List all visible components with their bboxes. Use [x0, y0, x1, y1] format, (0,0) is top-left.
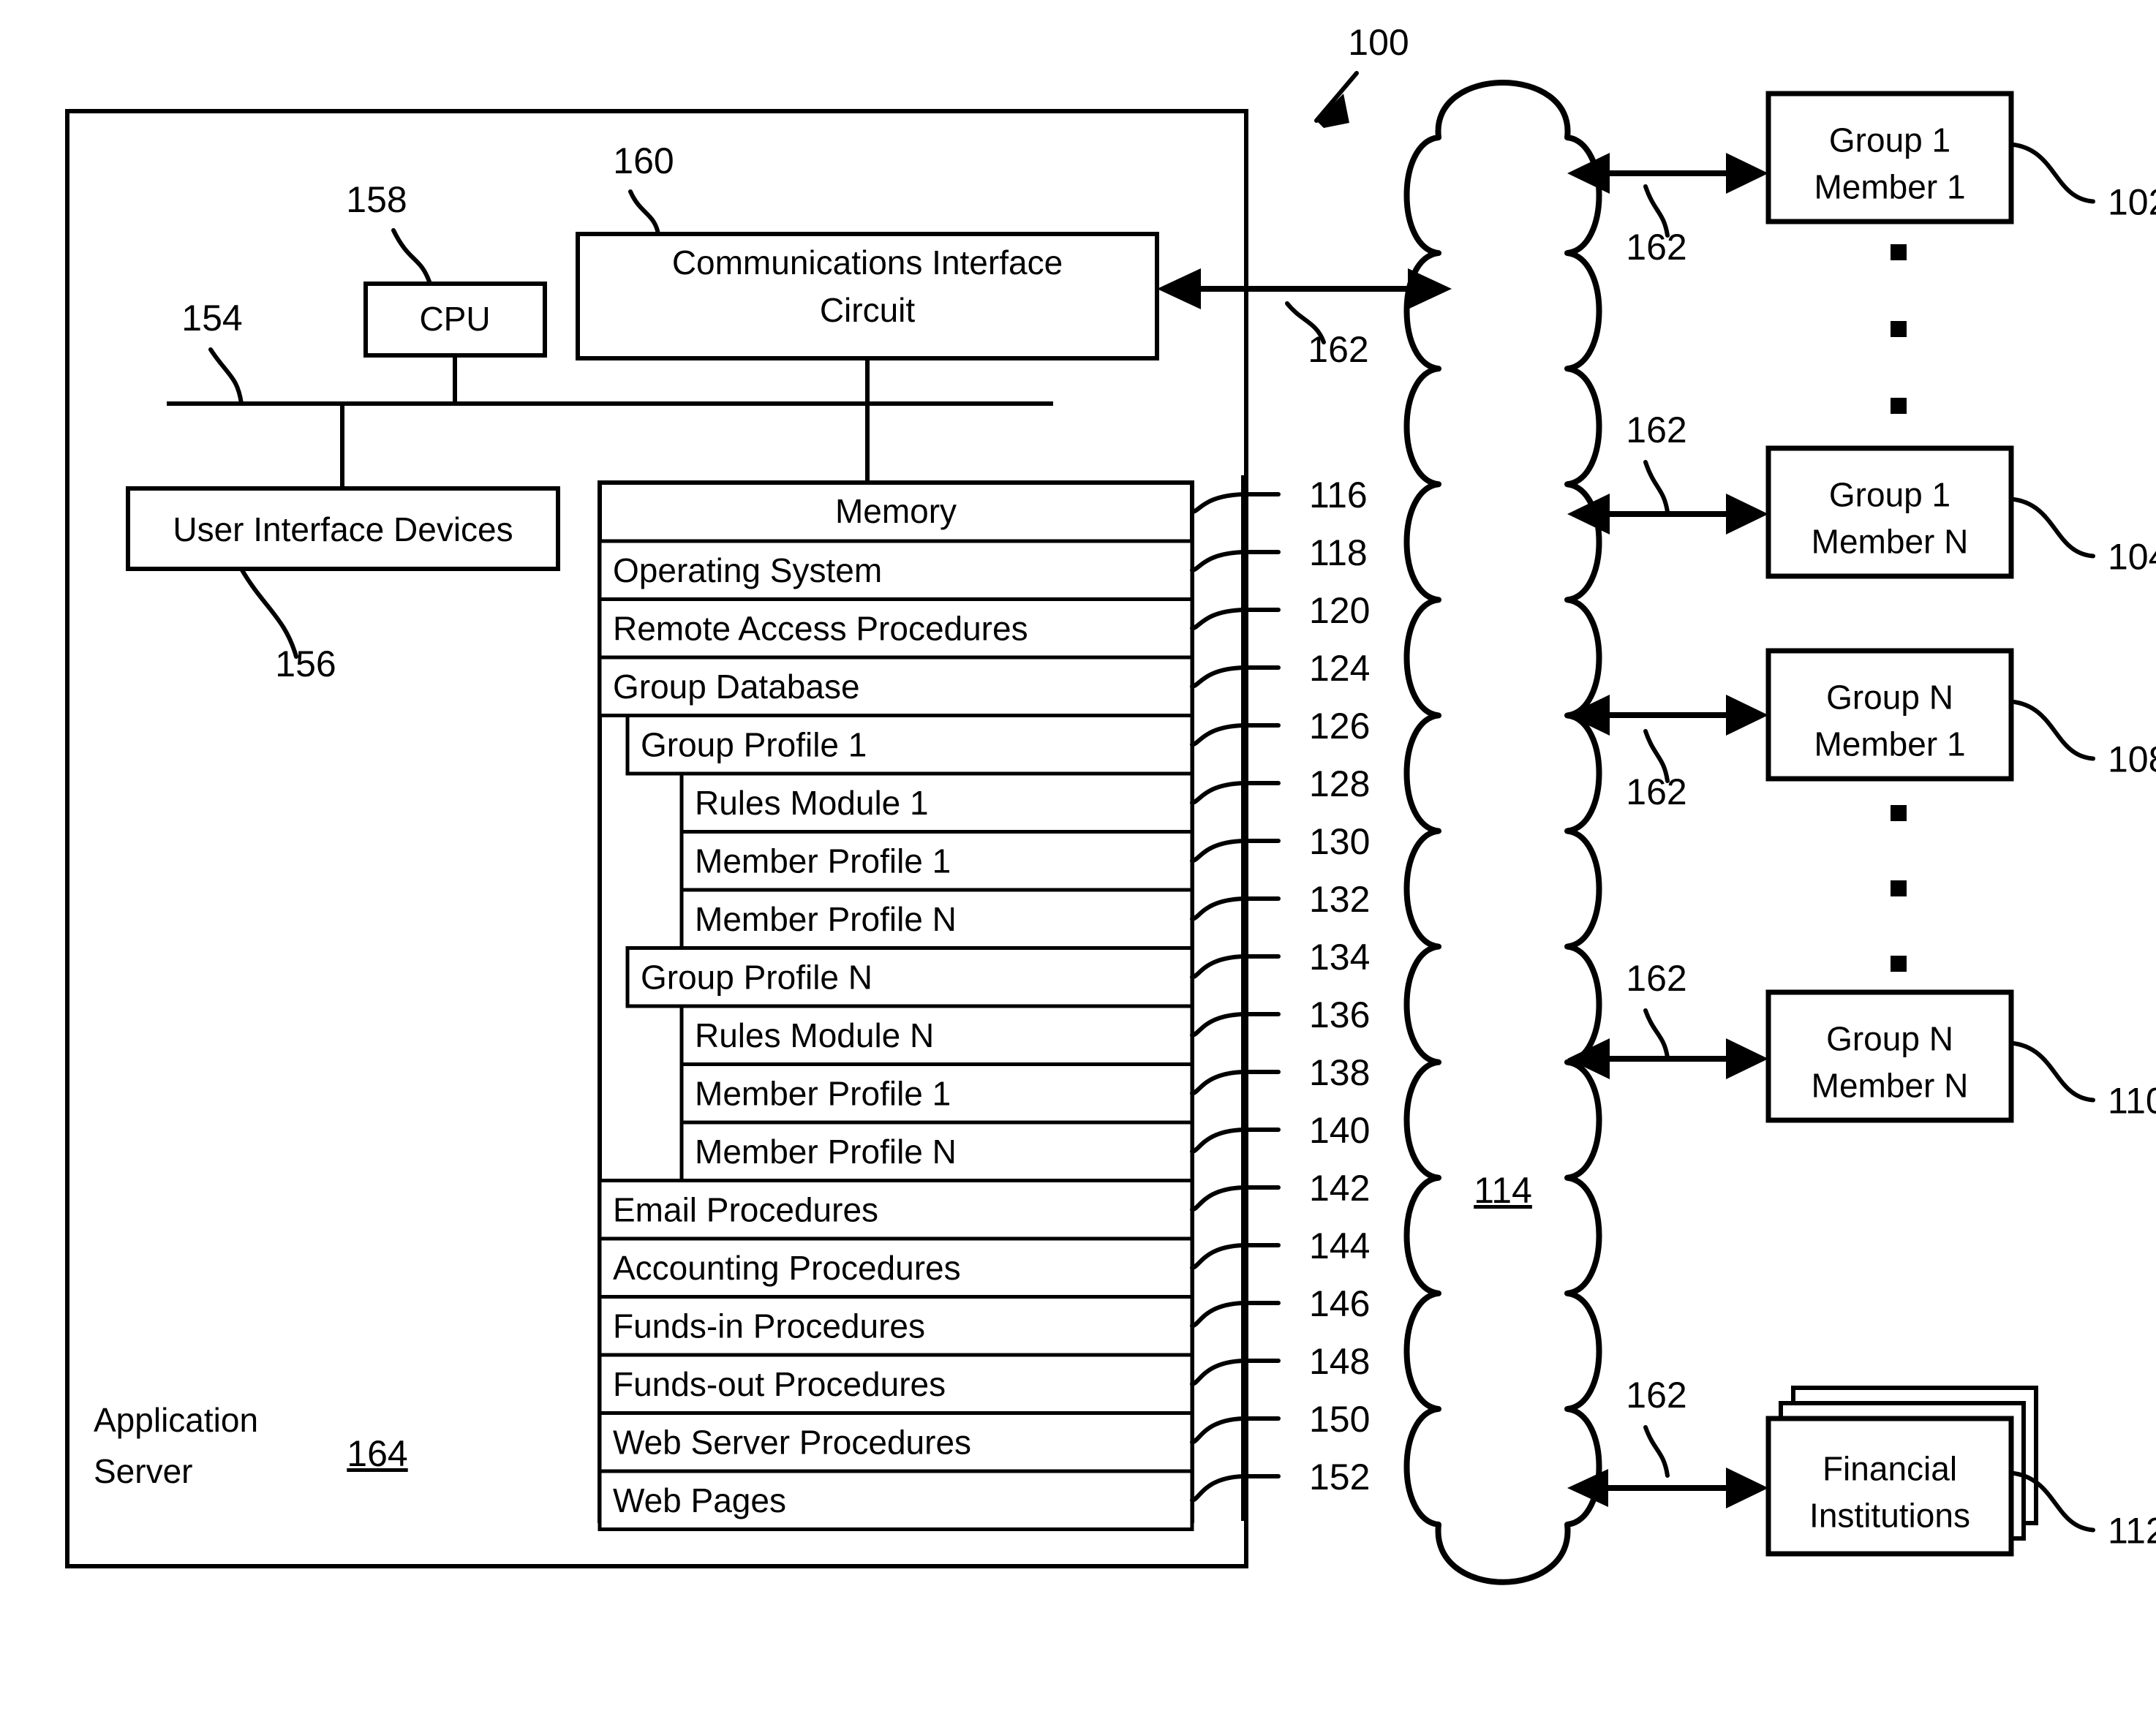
- memory-row-label: Web Server Procedures: [613, 1424, 971, 1462]
- endpoint-ref-leader: [2009, 496, 2095, 559]
- patent-figure-canvas: 100 CPU 158 Communications Interface Cir…: [0, 0, 2156, 1711]
- endpoint-ref-leader: [2009, 1040, 2095, 1103]
- figure-svg: 100 CPU 158 Communications Interface Cir…: [65, 22, 2156, 1585]
- endpoint-link-arrowhead-right: [1726, 695, 1768, 736]
- endpoint-link-ref-leader: [1643, 1425, 1670, 1478]
- ref-100: 100: [1348, 22, 1409, 63]
- comm-label-line1: Communications Interface: [672, 243, 1063, 282]
- endpoint-label-line1: Group 1: [1829, 121, 1950, 159]
- memory-ref-number: 130: [1309, 821, 1370, 862]
- memory-row-label: Operating System: [613, 551, 882, 589]
- ref-158: 158: [346, 179, 407, 220]
- memory-row-label: Group Database: [613, 668, 860, 706]
- ellipsis-dot: [1891, 321, 1907, 337]
- memory-row-label: Member Profile 1: [695, 842, 951, 880]
- application-server-label-line1: Application: [94, 1401, 258, 1439]
- endpoint-link-ref: 162: [1626, 958, 1686, 999]
- endpoint-ref-number: 102: [2108, 182, 2156, 223]
- comm-label-line2: Circuit: [820, 291, 916, 329]
- endpoint-link-ref-leader: [1643, 460, 1670, 514]
- endpoint-link-arrowhead-right: [1726, 494, 1768, 535]
- memory-ref-number: 120: [1309, 590, 1370, 631]
- endpoint-link-arrowhead-right: [1726, 1468, 1768, 1508]
- memory-row-label: Member Profile 1: [695, 1075, 951, 1113]
- memory-row-label: Remote Access Procedures: [613, 610, 1028, 648]
- ref-164: 164: [347, 1433, 407, 1474]
- endpoint-ref-leader: [2009, 699, 2095, 761]
- memory-row-label: Web Pages: [613, 1481, 786, 1519]
- memory-ref-number: 132: [1309, 879, 1370, 920]
- ellipsis-dot: [1891, 805, 1907, 821]
- ref-154: 154: [181, 298, 242, 339]
- memory-row-label: Email Procedures: [613, 1191, 878, 1229]
- memory-title: Memory: [835, 492, 957, 530]
- endpoint-label-line2: Member 1: [1814, 168, 1965, 206]
- ref-160: 160: [613, 140, 674, 181]
- memory-row-label: Group Profile 1: [641, 726, 867, 764]
- memory-row-label: Funds-in Procedures: [613, 1307, 925, 1345]
- endpoint-ref-number: 104: [2108, 537, 2156, 578]
- endpoint-ref-number: 110: [2108, 1081, 2156, 1122]
- endpoint-label-line1: Group 1: [1829, 476, 1950, 514]
- memory-ref-number: 152: [1309, 1457, 1370, 1497]
- network-cloud-shape: [1403, 80, 1602, 1585]
- network-cloud: [1403, 80, 1602, 1585]
- memory-row-label: Member Profile N: [695, 1133, 957, 1171]
- memory-ref-number: 136: [1309, 994, 1370, 1035]
- endpoint-link-ref: 162: [1626, 227, 1686, 268]
- application-server-label-line2: Server: [94, 1452, 192, 1490]
- endpoint-link-ref: 162: [1626, 1375, 1686, 1416]
- ellipsis-dot: [1891, 398, 1907, 414]
- ref-162-server: 162: [1308, 329, 1368, 370]
- ref-114: 114: [1474, 1170, 1532, 1211]
- memory-ref-number: 138: [1309, 1052, 1370, 1093]
- ellipsis-dot: [1891, 244, 1907, 260]
- endpoint-ref-leader: [2009, 142, 2095, 204]
- memory-ref-number: 118: [1309, 532, 1368, 573]
- ellipsis-dot: [1891, 880, 1907, 896]
- memory-rows-group: Memory Operating System Remote Access Proc…: [598, 492, 1194, 1531]
- memory-ref-number: 150: [1309, 1399, 1370, 1440]
- endpoint-link-arrowhead-right: [1726, 153, 1768, 194]
- memory-row-label: Member Profile N: [695, 900, 957, 938]
- memory-ref-number: 148: [1309, 1341, 1370, 1382]
- memory-row-label: Rules Module 1: [695, 784, 929, 822]
- memory-ref-number: 140: [1309, 1110, 1370, 1151]
- endpoint-label-line2: Member 1: [1814, 725, 1965, 763]
- endpoint-label-line2: Member N: [1812, 523, 1969, 561]
- user-interface-devices-label: User Interface Devices: [173, 510, 513, 548]
- vertical-ellipsis-dots: [1891, 244, 1907, 972]
- cpu-label: CPU: [419, 300, 490, 338]
- memory-ref-number: 134: [1309, 937, 1370, 978]
- ellipsis-dot: [1891, 956, 1907, 972]
- memory-ref-number: 124: [1309, 648, 1370, 689]
- memory-row-label: Group Profile N: [641, 959, 872, 997]
- endpoint-link-ref: 162: [1626, 771, 1686, 812]
- endpoint-label-line1: Group N: [1826, 1020, 1953, 1058]
- ref-156: 156: [275, 643, 336, 684]
- endpoint-label-line2: Member N: [1812, 1067, 1969, 1105]
- memory-ref-number: 142: [1309, 1168, 1370, 1209]
- memory-ref-number: 146: [1309, 1283, 1370, 1324]
- memory-row-label: Funds-out Procedures: [613, 1365, 946, 1403]
- endpoint-label-line1: Group N: [1826, 679, 1953, 717]
- endpoints-group: Group 1 Member 1 162 102 Group 1 Member N 162 1…: [1567, 91, 2156, 1557]
- memory-ref-number: 128: [1309, 763, 1370, 804]
- memory-ref-number: 116: [1309, 475, 1368, 515]
- memory-row-label: Accounting Procedures: [613, 1249, 961, 1287]
- endpoint-link-ref: 162: [1626, 409, 1686, 450]
- memory-ref-number: 126: [1309, 706, 1370, 747]
- endpoint-ref-number: 112: [2108, 1511, 2156, 1552]
- memory-ref-number: 144: [1309, 1225, 1370, 1266]
- endpoint-ref-number: 108: [2108, 739, 2156, 780]
- memory-row-label: Rules Module N: [695, 1016, 934, 1054]
- endpoint-label-line1: Financial: [1823, 1450, 1957, 1488]
- endpoint-label-line2: Institutions: [1809, 1497, 1970, 1535]
- endpoint-link-arrowhead-right: [1726, 1038, 1768, 1079]
- endpoint-link-ref-leader: [1643, 1008, 1670, 1060]
